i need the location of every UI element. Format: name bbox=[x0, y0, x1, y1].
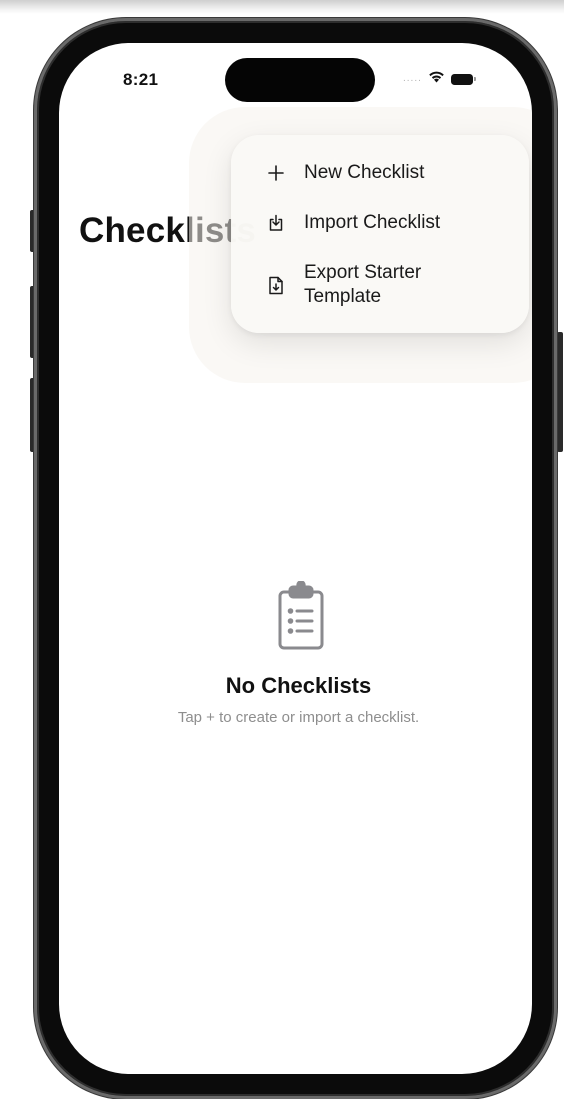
empty-state-title: No Checklists bbox=[225, 673, 372, 698]
menu-item-label: Export Starter Template bbox=[304, 261, 421, 309]
battery-icon bbox=[450, 73, 476, 85]
status-time: 8:21 bbox=[123, 70, 159, 89]
power-button bbox=[557, 332, 563, 452]
signal-indicator: ..... bbox=[403, 73, 422, 84]
menu-item-label-line: Template bbox=[304, 286, 382, 307]
dynamic-island bbox=[225, 58, 375, 102]
menu-item-label-line: Export Starter bbox=[304, 262, 422, 283]
screen: 8:21 ..... Checklists New Checklist Impo… bbox=[59, 43, 532, 1074]
tray-arrow-down-icon bbox=[264, 211, 288, 235]
menu-item-import-checklist[interactable]: Import Checklist bbox=[231, 211, 529, 235]
add-menu: New Checklist Import Checklist Export St… bbox=[231, 135, 529, 333]
top-shadow bbox=[0, 0, 564, 14]
document-arrow-down-icon bbox=[264, 273, 288, 297]
empty-state-subtitle: Tap + to create or import a checklist. bbox=[177, 709, 420, 726]
menu-item-label: New Checklist bbox=[304, 162, 425, 183]
status-indicators: ..... bbox=[403, 70, 476, 88]
menu-item-export-starter-template[interactable]: Export Starter Template bbox=[231, 261, 529, 309]
wifi-icon bbox=[428, 70, 445, 88]
phone-frame: 8:21 ..... Checklists New Checklist Impo… bbox=[34, 18, 557, 1099]
menu-item-label: Import Checklist bbox=[304, 212, 441, 233]
clipboard-list-icon bbox=[276, 580, 326, 656]
plus-icon bbox=[264, 161, 288, 185]
menu-item-new-checklist[interactable]: New Checklist bbox=[231, 161, 529, 185]
